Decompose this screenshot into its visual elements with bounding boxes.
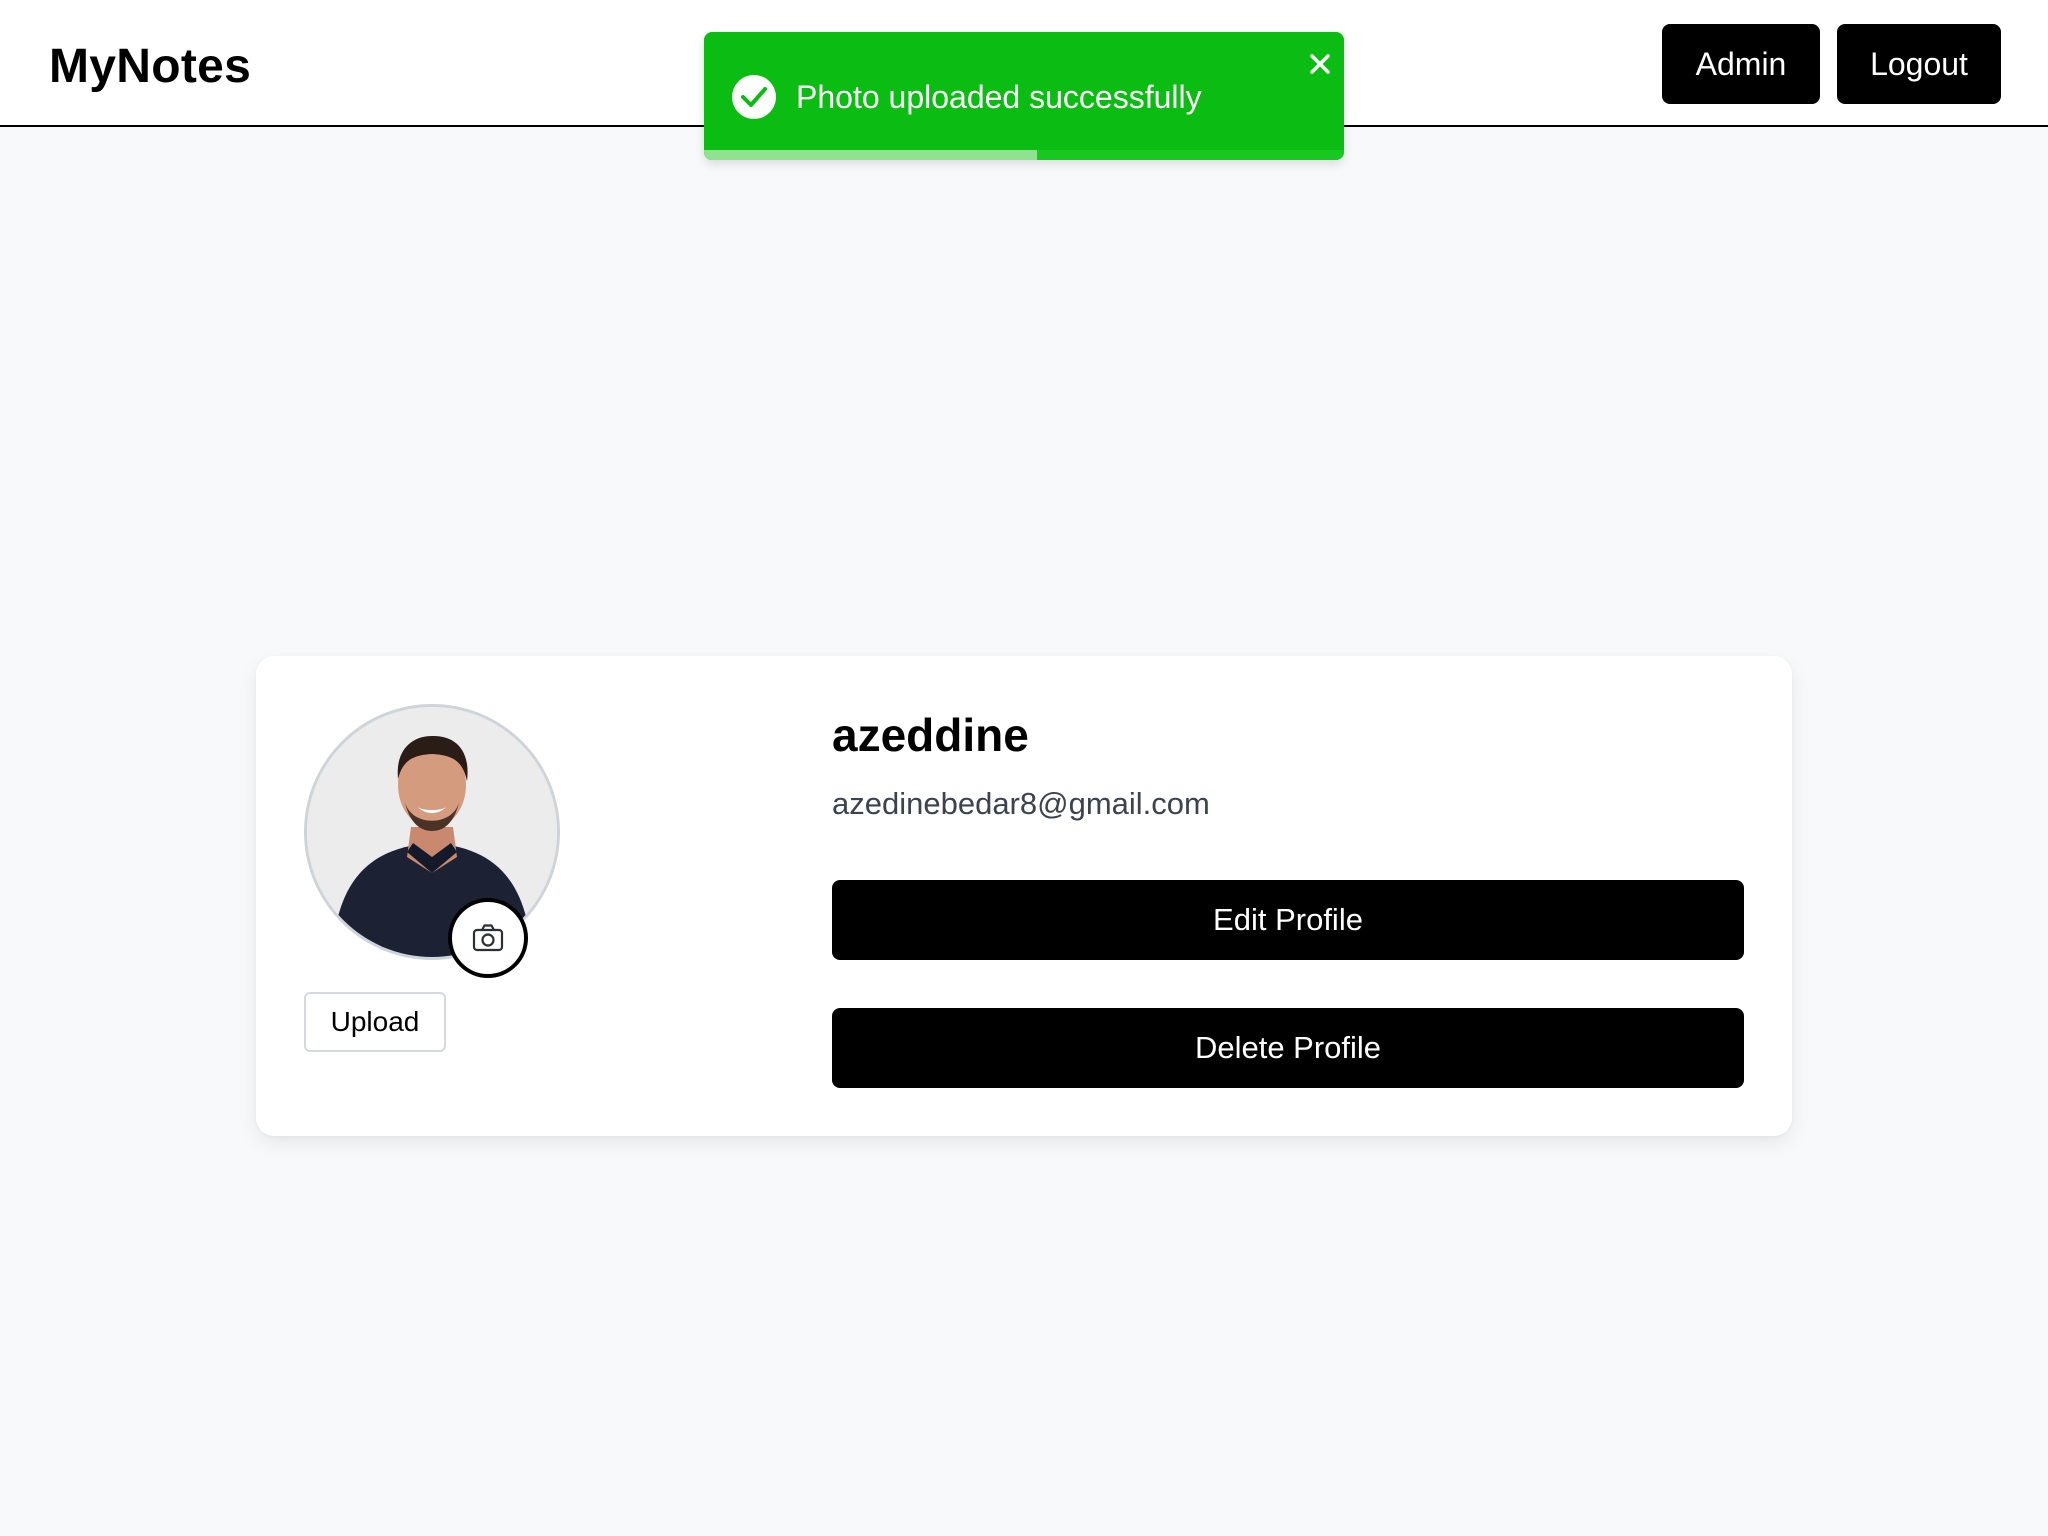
toast-progress-bar [704,150,1037,160]
profile-email: azedinebedar8@gmail.com [832,786,1210,821]
close-icon[interactable] [1302,46,1338,82]
toast-message: Photo uploaded successfully [796,79,1202,115]
logout-button[interactable]: Logout [1837,24,2001,104]
toast-progress-track [704,150,1344,160]
upload-button[interactable]: Upload [304,992,446,1052]
admin-button[interactable]: Admin [1662,24,1820,104]
edit-profile-button[interactable]: Edit Profile [832,880,1744,960]
profile-card: Upload azeddine azedinebedar8@gmail.com … [256,656,1792,1136]
check-circle-icon [732,75,776,119]
profile-name: azeddine [832,709,1029,761]
brand-logo[interactable]: MyNotes [49,38,251,96]
delete-profile-button[interactable]: Delete Profile [832,1008,1744,1088]
success-toast: Photo uploaded successfully [704,32,1344,160]
camera-icon[interactable] [448,898,528,978]
